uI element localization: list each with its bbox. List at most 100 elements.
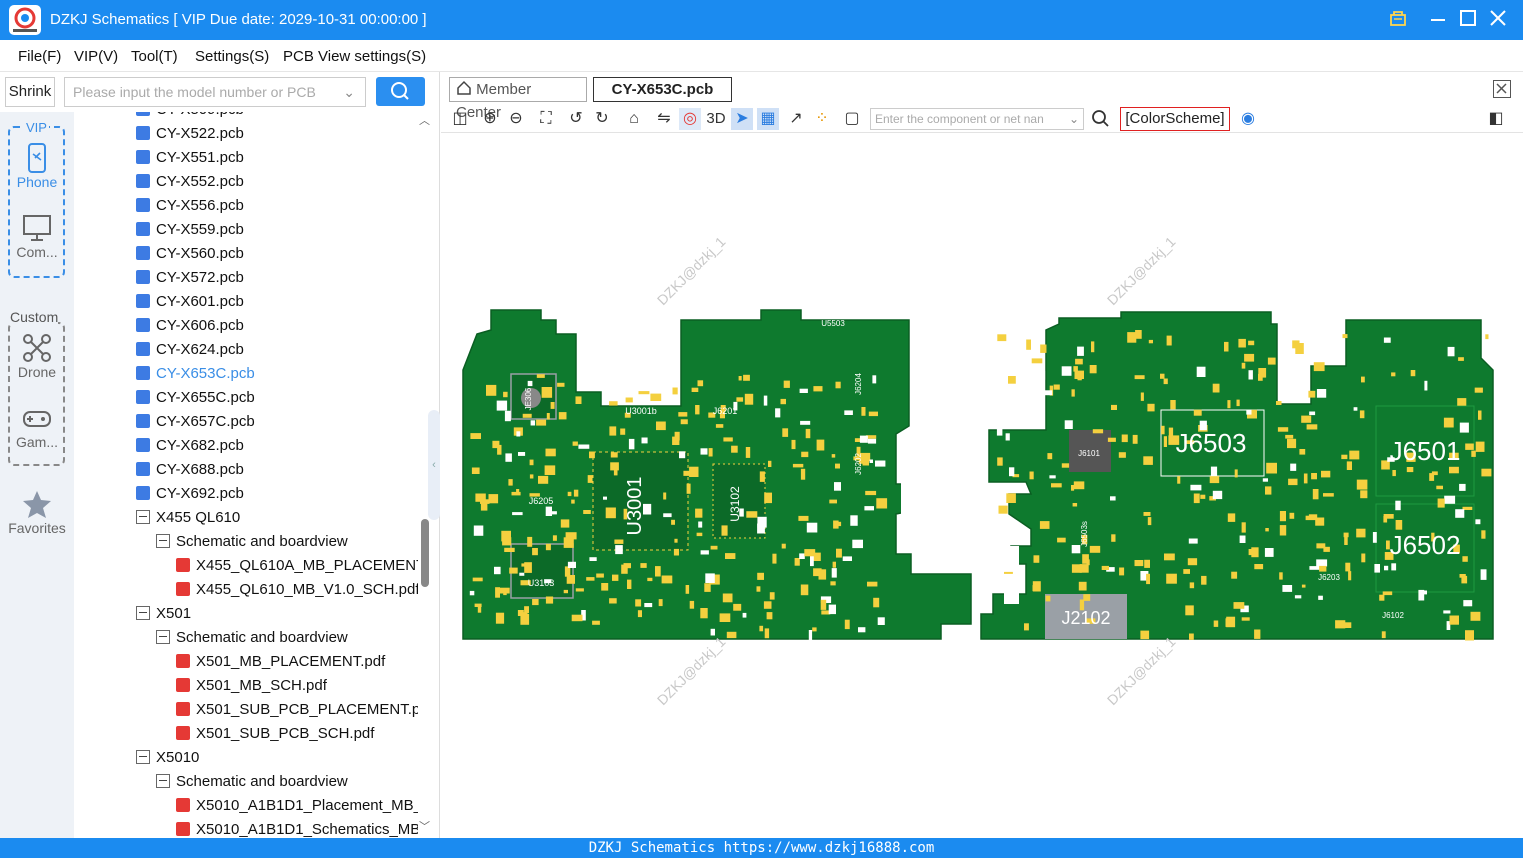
- category-favorites[interactable]: Favorites: [0, 488, 74, 536]
- category-game[interactable]: Gam...: [0, 402, 74, 450]
- scroll-up-icon[interactable]: ︿: [419, 112, 430, 128]
- pcb-board-drawing[interactable]: J6503 J6501 J6502 J2102 U3001 U3102 U3103 U3001…: [441, 134, 1523, 838]
- chevron-down-icon[interactable]: ⌄: [1069, 109, 1079, 129]
- tree-pdf-item[interactable]: X455_QL610_MB_V1.0_SCH.pdf: [176, 578, 418, 602]
- category-drone[interactable]: Drone: [0, 332, 74, 380]
- close-button[interactable]: [1486, 8, 1510, 32]
- tab-active-file[interactable]: CY-X653C.pcb: [593, 77, 732, 102]
- pcb-pad: [609, 401, 618, 406]
- pcb-pad: [1475, 441, 1485, 452]
- tree-pcb-item[interactable]: CY-X624.pcb: [136, 338, 244, 362]
- tree-pdf-item[interactable]: X5010_A1B1D1_Schematics_MB_V: [176, 818, 418, 838]
- shrink-button[interactable]: Shrink: [5, 77, 55, 107]
- tree-pcb-item[interactable]: CY-X551.pcb: [136, 146, 244, 170]
- tree-group[interactable]: X501: [136, 602, 191, 626]
- pcb-pad: [997, 457, 1003, 466]
- tree-pcb-item[interactable]: CY-X692.pcb: [136, 482, 244, 506]
- paint-icon[interactable]: ⌂: [623, 108, 645, 130]
- dots-icon[interactable]: ⁘: [811, 108, 833, 130]
- menu-file[interactable]: File(F): [18, 48, 61, 65]
- tree-pdf-item[interactable]: X501_SUB_PCB_PLACEMENT.pdf: [176, 698, 418, 722]
- tree-pcb-item[interactable]: CY-X688.pcb: [136, 458, 244, 482]
- lock-icon[interactable]: [1386, 8, 1410, 32]
- tree-pdf-item[interactable]: X501_MB_PLACEMENT.pdf: [176, 650, 385, 674]
- collapse-icon[interactable]: [156, 534, 170, 548]
- pcb-pad: [1254, 564, 1264, 570]
- tree-pcb-item[interactable]: CY-X556.pcb: [136, 194, 244, 218]
- 3d-button[interactable]: 3D: [703, 108, 729, 130]
- tree-pdf-item[interactable]: X501_SUB_PCB_SCH.pdf: [176, 722, 374, 746]
- trace-icon[interactable]: ↗: [785, 108, 807, 130]
- component-search-input[interactable]: Enter the component or net nan ⌄: [870, 108, 1084, 130]
- tree-pcb-item[interactable]: CY-X522.pcb: [136, 122, 244, 146]
- pcb-pad: [1316, 389, 1327, 398]
- fit-view-icon[interactable]: ⛶: [535, 108, 557, 130]
- tree-subgroup[interactable]: Schematic and boardview: [156, 530, 348, 554]
- eye-icon[interactable]: ◉: [1237, 108, 1259, 130]
- collapse-icon[interactable]: [136, 606, 150, 620]
- collapse-icon[interactable]: [156, 774, 170, 788]
- tree-pcb-item[interactable]: CY-X657C.pcb: [136, 410, 255, 434]
- side-panel-icon[interactable]: ◧: [1485, 108, 1507, 130]
- search-input[interactable]: Please input the model number or PCB ⌄: [64, 77, 366, 107]
- menu-pcb-view-settings[interactable]: PCB View settings(S): [283, 48, 426, 65]
- menu-settings[interactable]: Settings(S): [195, 48, 269, 65]
- minimize-button[interactable]: [1426, 8, 1450, 32]
- tree-pcb-item[interactable]: CY-X560.pcb: [136, 242, 244, 266]
- tree-pcb-item[interactable]: CY-X682.pcb: [136, 434, 244, 458]
- pcb-pad: [1119, 567, 1125, 576]
- tree-pcb-item[interactable]: CY-X572.pcb: [136, 266, 244, 290]
- tab-member-center[interactable]: Member Center: [449, 77, 587, 121]
- collapse-icon[interactable]: [136, 750, 150, 764]
- file-tree: CY-X509.pcb CY-X522.pcb CY-X551.pcb CY-X552…: [74, 112, 418, 838]
- pcb-pad: [1315, 517, 1325, 526]
- pin-icon[interactable]: ➤: [731, 108, 753, 130]
- menu-vip[interactable]: VIP(V): [74, 48, 118, 65]
- category-phone[interactable]: Phone: [0, 142, 74, 190]
- tree-group[interactable]: X455 QL610: [136, 506, 240, 530]
- menu-tool[interactable]: Tool(T): [131, 48, 178, 65]
- chevron-down-icon[interactable]: ⌄: [343, 78, 355, 106]
- scroll-thumb[interactable]: [421, 519, 429, 587]
- pcb-canvas[interactable]: J6503 J6501 J6502 J2102 U3001 U3102 U3103 U3001…: [441, 134, 1523, 838]
- tree-pcb-item[interactable]: CY-X559.pcb: [136, 218, 244, 242]
- pcb-pad: [1361, 376, 1365, 383]
- search-button[interactable]: [376, 77, 425, 106]
- search-icon[interactable]: [1089, 108, 1111, 130]
- tree-subgroup[interactable]: Schematic and boardview: [156, 626, 348, 650]
- pcb-file-icon: [136, 294, 150, 308]
- tree-pcb-item[interactable]: CY-X655C.pcb: [136, 386, 255, 410]
- tree-pcb-item[interactable]: CY-X653C.pcb: [136, 362, 255, 386]
- mirror-icon[interactable]: ⇋: [653, 108, 675, 130]
- tree-pcb-item[interactable]: CY-X509.pcb: [136, 112, 244, 122]
- tree-pcb-item[interactable]: CY-X552.pcb: [136, 170, 244, 194]
- tree-subgroup[interactable]: Schematic and boardview: [156, 770, 348, 794]
- scroll-down-icon[interactable]: ﹀: [419, 818, 430, 834]
- tree-pdf-item[interactable]: X455_QL610A_MB_PLACEMENT_V: [176, 554, 418, 578]
- mouse-icon[interactable]: ▢: [841, 108, 863, 130]
- pcb-pad: [614, 539, 624, 544]
- tree-group[interactable]: X5010: [136, 746, 199, 770]
- maximize-button[interactable]: [1456, 8, 1480, 32]
- pcb-pad: [1290, 463, 1297, 471]
- tree-pcb-item[interactable]: CY-X606.pcb: [136, 314, 244, 338]
- split-view-icon[interactable]: ◫: [449, 108, 471, 130]
- color-scheme-button[interactable]: [ColorScheme]: [1120, 107, 1230, 131]
- collapse-icon[interactable]: [136, 510, 150, 524]
- tree-pcb-item[interactable]: CY-X601.pcb: [136, 290, 244, 314]
- pcb-pad: [996, 426, 1003, 436]
- zoom-out-icon[interactable]: ⊖: [505, 108, 527, 130]
- close-tab-icon[interactable]: [1493, 80, 1511, 98]
- pcb-pad: [509, 567, 518, 574]
- pcb-pad: [1132, 434, 1138, 444]
- net-highlight-icon[interactable]: ◎: [679, 108, 701, 130]
- panel-splitter[interactable]: ‹: [428, 410, 440, 520]
- collapse-icon[interactable]: [156, 630, 170, 644]
- tree-pdf-item[interactable]: X501_MB_SCH.pdf: [176, 674, 327, 698]
- category-computer[interactable]: Com...: [0, 212, 74, 260]
- rotate-left-icon[interactable]: ↺: [565, 108, 587, 130]
- layer-icon[interactable]: ▦: [757, 108, 779, 130]
- tree-pdf-item[interactable]: X5010_A1B1D1_Placement_MB_V: [176, 794, 418, 818]
- zoom-in-icon[interactable]: ⊕: [479, 108, 501, 130]
- rotate-right-icon[interactable]: ↻: [591, 108, 613, 130]
